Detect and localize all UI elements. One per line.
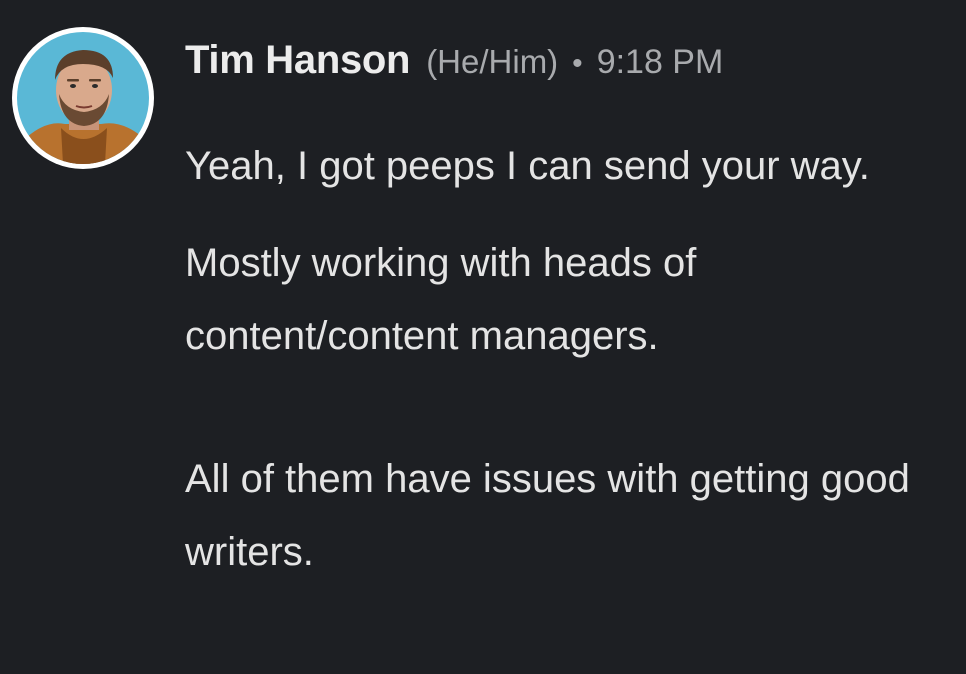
author-pronouns: (He/Him) — [426, 43, 559, 80]
message-header: Tim Hanson (He/Him) • 9:18 PM — [185, 38, 723, 98]
avatar[interactable] — [12, 27, 154, 169]
user-photo-avatar-icon — [17, 32, 149, 164]
author-name[interactable]: Tim Hanson — [185, 38, 410, 83]
message-paragraph: All of them have issues with getting goo… — [185, 457, 910, 574]
message-paragraph: Mostly working with heads of content/con… — [185, 241, 697, 358]
separator-dot: • — [572, 47, 583, 80]
message-paragraph: Yeah, I got peeps I can send your way. — [185, 144, 870, 188]
message-body: Yeah, I got peeps I can send your way. M… — [185, 130, 960, 589]
message-timestamp: 9:18 PM — [596, 43, 724, 81]
chat-message: Tim Hanson (He/Him) • 9:18 PM Yeah, I go… — [0, 0, 966, 674]
